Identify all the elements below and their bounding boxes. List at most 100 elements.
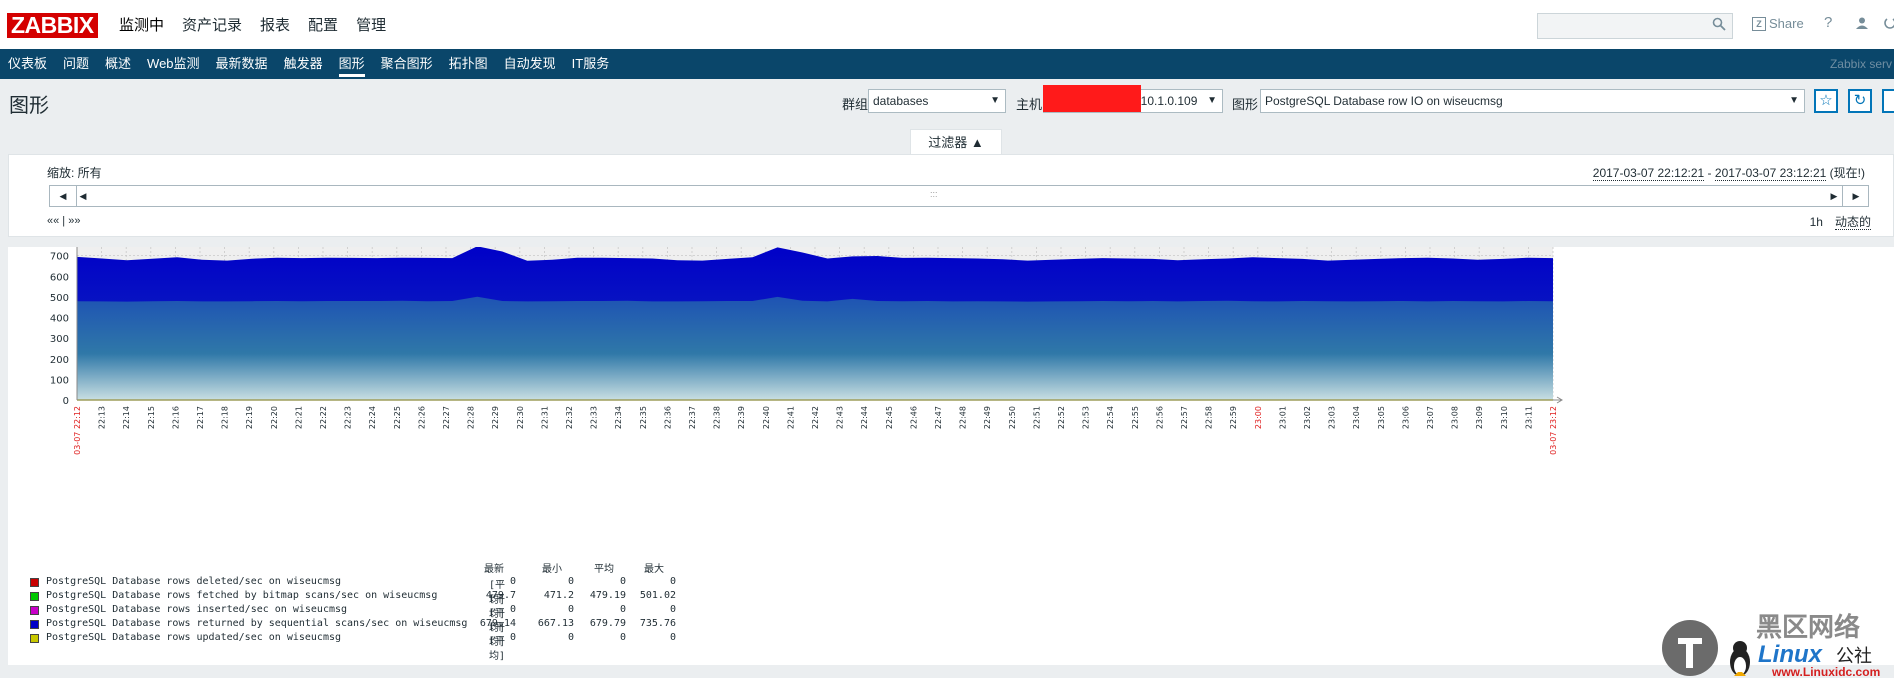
main-menu-item-4[interactable]: 管理 — [347, 0, 395, 49]
fullscreen-button[interactable] — [1882, 89, 1894, 113]
x-tick-label: 22:34 — [614, 406, 623, 429]
legend-value-max: 0 — [669, 632, 676, 643]
legend-value-last: 679.14 — [479, 618, 516, 629]
time-from[interactable]: 2017-03-07 22:12:21 — [1592, 166, 1705, 181]
x-tick-label: 22:31 — [540, 406, 549, 429]
series-bitmap-scans-area — [77, 296, 1553, 400]
filter-tab[interactable]: 过滤器 ▲ — [910, 129, 1002, 154]
navigation-links[interactable]: «« | »» — [47, 215, 80, 227]
legend-value-max: 0 — [669, 576, 676, 587]
x-tick-label: 23:09 — [1475, 406, 1484, 429]
search-icon[interactable] — [1712, 17, 1726, 31]
graph-select[interactable]: PostgreSQL Database row IO on wiseucmsg … — [1260, 89, 1805, 113]
chevron-down-icon: ▼ — [990, 95, 1000, 106]
share-label: Share — [1769, 16, 1804, 31]
zabbix-logo[interactable]: ZABBIX — [7, 13, 98, 38]
x-tick-label: 22:18 — [221, 406, 230, 429]
x-tick-label: 23:06 — [1401, 406, 1410, 429]
x-tick-label: 22:47 — [934, 406, 943, 429]
x-tick-label: 22:26 — [417, 406, 426, 429]
watermark-cn-text: 黑区网络 — [1756, 612, 1860, 643]
sub-menu-item-2[interactable]: 概述 — [97, 49, 139, 79]
sub-menu-item-1[interactable]: 问题 — [55, 49, 97, 79]
legend-value-last: 479.7 — [485, 590, 516, 601]
x-tick-label: 22:58 — [1205, 406, 1214, 429]
x-tick-label: 23:07 — [1426, 406, 1435, 429]
search-input[interactable] — [1537, 13, 1733, 39]
star-icon: ☆ — [1819, 92, 1833, 109]
refresh-icon: ↻ — [1853, 92, 1867, 109]
x-tick-label: 22:21 — [294, 406, 303, 429]
legend-item-name: PostgreSQL Database rows returned by seq… — [46, 618, 468, 629]
sub-menu-item-3[interactable]: Web监测 — [139, 49, 208, 79]
y-tick-label: 0 — [63, 396, 69, 407]
group-select[interactable]: databases ▼ — [868, 89, 1006, 113]
x-tick-label: 22:45 — [885, 406, 894, 429]
main-menu: 监测中 资产记录 报表 配置 管理 — [110, 0, 395, 49]
x-tick-label: 23:08 — [1451, 406, 1460, 429]
scroll-right-button[interactable]: ▶ — [1842, 186, 1869, 206]
legend-item-name: PostgreSQL Database rows fetched by bitm… — [46, 590, 438, 601]
time-range: 2017-03-07 22:12:21 - 2017-03-07 23:12:2… — [1592, 164, 1865, 181]
help-icon[interactable]: ? — [1824, 14, 1832, 31]
legend-value-min: 667.13 — [537, 618, 574, 629]
scroll-handle-right-icon[interactable]: ▶ — [1828, 186, 1840, 206]
x-tick-label: 22:27 — [442, 406, 451, 429]
refresh-button[interactable]: ↻ — [1848, 89, 1872, 113]
graph-canvas[interactable]: 010020030040050060070080003-07 22:1222:1… — [8, 247, 1894, 665]
legend-value-min: 0 — [567, 632, 574, 643]
x-tick-label: 22:20 — [270, 406, 279, 429]
x-tick-label: 22:30 — [516, 406, 525, 429]
user-profile-icon[interactable] — [1855, 16, 1869, 30]
x-tick-label: 22:22 — [319, 406, 328, 429]
zoom-control: 缩放: 所有 — [47, 164, 102, 181]
sub-menu-item-5[interactable]: 触发器 — [276, 49, 331, 79]
time-to[interactable]: 2017-03-07 23:12:21 — [1714, 166, 1827, 181]
legend-value-min: 471.2 — [543, 590, 574, 601]
legend-value-max: 735.76 — [639, 618, 676, 629]
x-tick-label: 22:54 — [1106, 406, 1115, 429]
main-menu-item-3[interactable]: 配置 — [299, 0, 347, 49]
chevron-down-icon: ▼ — [1789, 95, 1799, 106]
add-to-favourites-button[interactable]: ☆ — [1814, 89, 1838, 113]
dynamic-toggle[interactable]: 动态的 — [1834, 215, 1871, 230]
x-tick-label: 22:37 — [688, 406, 697, 429]
sub-menu-bar: 仪表板 问题 概述 Web监测 最新数据 触发器 图形 聚合图形 拓扑图 自动发现 IT服务 Zab… — [0, 49, 1894, 79]
x-tick-label: 22:19 — [245, 406, 254, 429]
sub-menu-item-10[interactable]: IT服务 — [564, 49, 618, 79]
legend-item-name: PostgreSQL Database rows inserted/sec on… — [46, 604, 348, 615]
x-tick-label: 22:16 — [171, 406, 180, 429]
x-tick-label: 22:29 — [491, 406, 500, 429]
linuxidc-watermark: 黑区网络 Linux 公社 www.Linuxidc.com — [1662, 612, 1880, 678]
zoom-all-link[interactable]: 所有 — [78, 166, 102, 180]
top-bar: ZABBIX 监测中 资产记录 报表 配置 管理 Z Share ? — [0, 0, 1894, 50]
sub-menu-item-4[interactable]: 最新数据 — [208, 49, 276, 79]
legend-swatch — [30, 592, 39, 601]
legend-swatch — [30, 634, 39, 643]
logout-icon[interactable] — [1884, 16, 1894, 30]
x-tick-label: 22:38 — [713, 406, 722, 429]
main-menu-item-1[interactable]: 资产记录 — [173, 0, 251, 49]
sub-menu-item-9[interactable]: 自动发现 — [496, 49, 564, 79]
host-select-value: _10.1.0.109 — [1134, 94, 1198, 108]
scroll-left-button[interactable]: ◀ — [50, 186, 77, 206]
redacted-host-name — [1043, 85, 1141, 112]
x-tick-label: 22:25 — [393, 406, 402, 429]
x-tick-label: 22:40 — [762, 406, 771, 429]
sub-menu-item-0[interactable]: 仪表板 — [0, 49, 55, 79]
scroll-handle-left-icon[interactable]: ◀ — [77, 186, 89, 206]
share-button[interactable]: Z Share — [1752, 16, 1804, 31]
sub-menu-item-7[interactable]: 聚合图形 — [373, 49, 441, 79]
period-1h[interactable]: 1h — [1810, 215, 1823, 229]
time-separator: - — [1704, 166, 1715, 180]
legend-header-max: 最大 — [644, 564, 664, 575]
timeline-scrollbar[interactable]: ◀ ◀ ::: ▶ ▶ — [49, 185, 1869, 207]
graph-label: 图形 — [1232, 97, 1259, 112]
y-tick-label: 100 — [50, 375, 69, 386]
sub-menu-item-6[interactable]: 图形 — [331, 49, 373, 79]
scroll-handle-grip[interactable]: ::: — [930, 189, 938, 199]
x-tick-label: 23:00 — [1254, 406, 1263, 429]
main-menu-item-2[interactable]: 报表 — [251, 0, 299, 49]
sub-menu-item-8[interactable]: 拓扑图 — [441, 49, 496, 79]
main-menu-item-0[interactable]: 监测中 — [110, 0, 173, 49]
